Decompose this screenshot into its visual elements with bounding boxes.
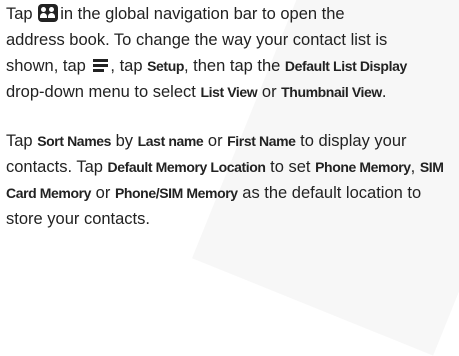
paragraph-sort-and-memory: Tap Sort Names by Last name or First Nam…: [6, 128, 458, 232]
text-line: contacts. Tap Default Memory Location to…: [6, 154, 458, 180]
phone-memory-label: Phone Memory: [315, 159, 411, 175]
setup-label: Setup: [147, 58, 184, 74]
text-line: store your contacts.: [6, 206, 458, 232]
card-memory-label: Card Memory: [6, 185, 92, 201]
text: to display your: [300, 132, 407, 150]
text-line: Card Memory or Phone/SIM Memory as the d…: [6, 180, 458, 206]
text-line: drop-down menu to select List View or Th…: [6, 79, 458, 105]
text: or: [95, 184, 111, 202]
text: by: [115, 132, 134, 150]
last-name-label: Last name: [137, 133, 204, 149]
first-name-label: First Name: [227, 133, 296, 149]
text: shown, tap: [6, 57, 86, 75]
text: to set: [270, 158, 311, 176]
list-view-label: List View: [200, 84, 258, 100]
default-memory-location-label: Default Memory Location: [107, 159, 266, 175]
text: or: [207, 132, 223, 150]
text: address book. To change the way your con…: [6, 31, 388, 49]
text-line: address book. To change the way your con…: [6, 27, 458, 53]
text: store your contacts.: [6, 210, 150, 228]
sim-label: SIM: [419, 159, 444, 175]
text: ,: [410, 158, 416, 176]
text: or: [261, 83, 277, 101]
text: Tap: [6, 132, 33, 150]
text: in the global navigation bar to open the: [60, 5, 345, 23]
text: .: [381, 83, 387, 101]
phone-sim-memory-label: Phone/SIM Memory: [114, 185, 238, 201]
sort-names-label: Sort Names: [37, 133, 112, 149]
thumbnail-view-label: Thumbnail View: [281, 84, 382, 100]
paragraph-address-book: Tap in the global navigation bar to open…: [6, 1, 458, 105]
text: as the default location to: [242, 184, 422, 202]
text: Tap: [6, 5, 33, 23]
text: , then tap the: [184, 57, 281, 75]
menu-icon: [93, 59, 109, 72]
default-list-display-label: Default List Display: [284, 58, 407, 74]
text: , tap: [110, 57, 143, 75]
text-line: Tap Sort Names by Last name or First Nam…: [6, 128, 458, 154]
text-line: Tap in the global navigation bar to open…: [6, 1, 458, 27]
text: contacts. Tap: [6, 158, 103, 176]
contacts-icon: [38, 4, 59, 22]
text-line: shown, tap , tap Setup, then tap the Def…: [6, 53, 458, 79]
text: drop-down menu to select: [6, 83, 196, 101]
